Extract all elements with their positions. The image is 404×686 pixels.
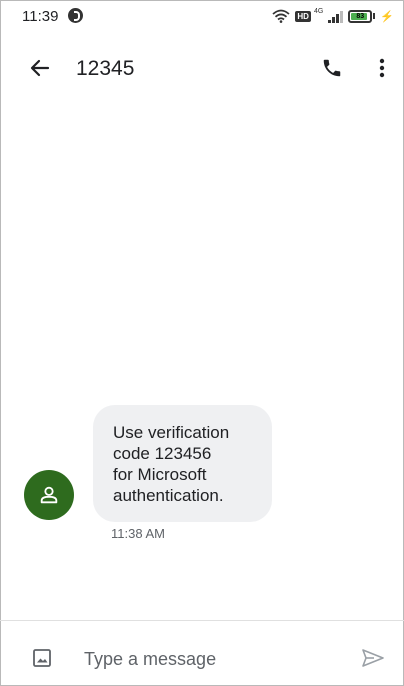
more-vert-icon (379, 58, 385, 78)
status-bar: 11:39 HD 4G 83 ⚡ (0, 0, 404, 32)
signal-icon (328, 10, 344, 23)
compose-divider (0, 620, 404, 621)
conversation-title: 12345 (76, 57, 135, 80)
hd-icon: HD (295, 10, 311, 22)
back-button[interactable] (26, 54, 54, 82)
image-icon (33, 649, 51, 667)
message-line: authentication. (113, 486, 224, 505)
message-bubble[interactable]: Use verification code 123456 for Microso… (93, 405, 272, 522)
screen-frame (0, 0, 404, 686)
message-timestamp: 11:38 AM (111, 526, 165, 541)
send-button[interactable] (359, 644, 387, 672)
app-bar: 12345 (0, 40, 404, 96)
battery-level: 83 (356, 12, 365, 20)
send-icon (362, 649, 384, 667)
status-time: 11:39 (22, 8, 59, 25)
back-arrow-icon (30, 59, 50, 77)
message-line: code 123456 (113, 444, 212, 463)
battery-icon: 83 (348, 9, 373, 23)
person-icon (40, 486, 58, 504)
status-icons: HD 4G 83 ⚡ (272, 7, 394, 25)
network-type: 4G (313, 7, 324, 15)
message-input[interactable] (84, 646, 334, 672)
message-line: for Microsoft (113, 465, 207, 484)
wifi-icon (272, 9, 290, 23)
message-line: Use verification (113, 423, 230, 442)
avatar[interactable] (24, 470, 74, 520)
attach-image-button[interactable] (28, 644, 56, 672)
charging-icon: ⚡ (380, 10, 394, 23)
call-button[interactable] (318, 54, 346, 82)
data-saver-icon (68, 8, 83, 23)
more-options-button[interactable] (368, 54, 396, 82)
battery-tip (373, 13, 376, 19)
phone-icon (323, 59, 341, 77)
